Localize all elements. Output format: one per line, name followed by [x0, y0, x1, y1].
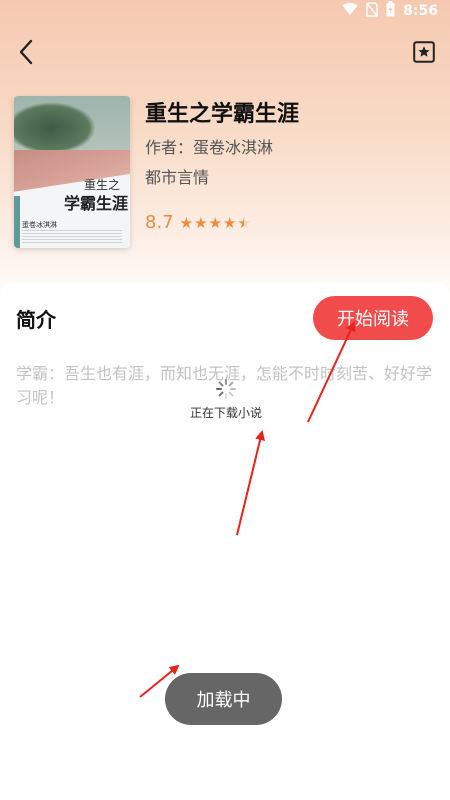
bookmark-button[interactable] [412, 41, 436, 67]
intro-heading: 简介 [16, 308, 56, 332]
star-icon: ★ [194, 213, 208, 232]
rating-score: 8.7 [145, 212, 174, 233]
loading-spinner-icon [215, 378, 237, 400]
book-title: 重生之学霸生涯 [145, 102, 300, 127]
start-reading-button[interactable]: 开始阅读 [313, 296, 433, 340]
status-bar: 8:56 [0, 0, 450, 22]
cover-title-line2: 学霸生涯 [64, 194, 129, 213]
status-time: 8:56 [403, 3, 438, 19]
back-button[interactable] [12, 39, 40, 69]
book-genre: 都市言情 [145, 168, 210, 187]
book-cover[interactable]: 重生之 学霸生涯 蛋卷冰淇淋 [14, 96, 130, 248]
bookmark-star-icon [413, 41, 435, 67]
loading-toast: 加载中 [165, 673, 282, 725]
loading-text: 正在下载小说 [189, 406, 262, 420]
star-icon: ★ [223, 213, 237, 232]
half-star-icon: ★ [237, 213, 251, 232]
cover-author: 蛋卷冰淇淋 [22, 221, 57, 229]
wifi-icon [342, 2, 358, 20]
book-rating: 8.7 ★ ★ ★ ★ ★ [145, 212, 251, 233]
download-loading-indicator: 正在下载小说 [176, 378, 276, 428]
no-sim-icon [366, 1, 379, 21]
cover-stripe [14, 196, 20, 248]
battery-charging-icon [386, 1, 395, 21]
star-icon: ★ [179, 213, 194, 232]
back-arrow-icon [18, 39, 34, 69]
book-author: 作者：蛋卷冰淇淋 [145, 138, 274, 157]
cover-tree [14, 102, 96, 154]
star-icon: ★ [208, 213, 222, 232]
cover-fine-print [22, 230, 122, 244]
rating-stars: ★ ★ ★ ★ ★ [180, 214, 251, 232]
